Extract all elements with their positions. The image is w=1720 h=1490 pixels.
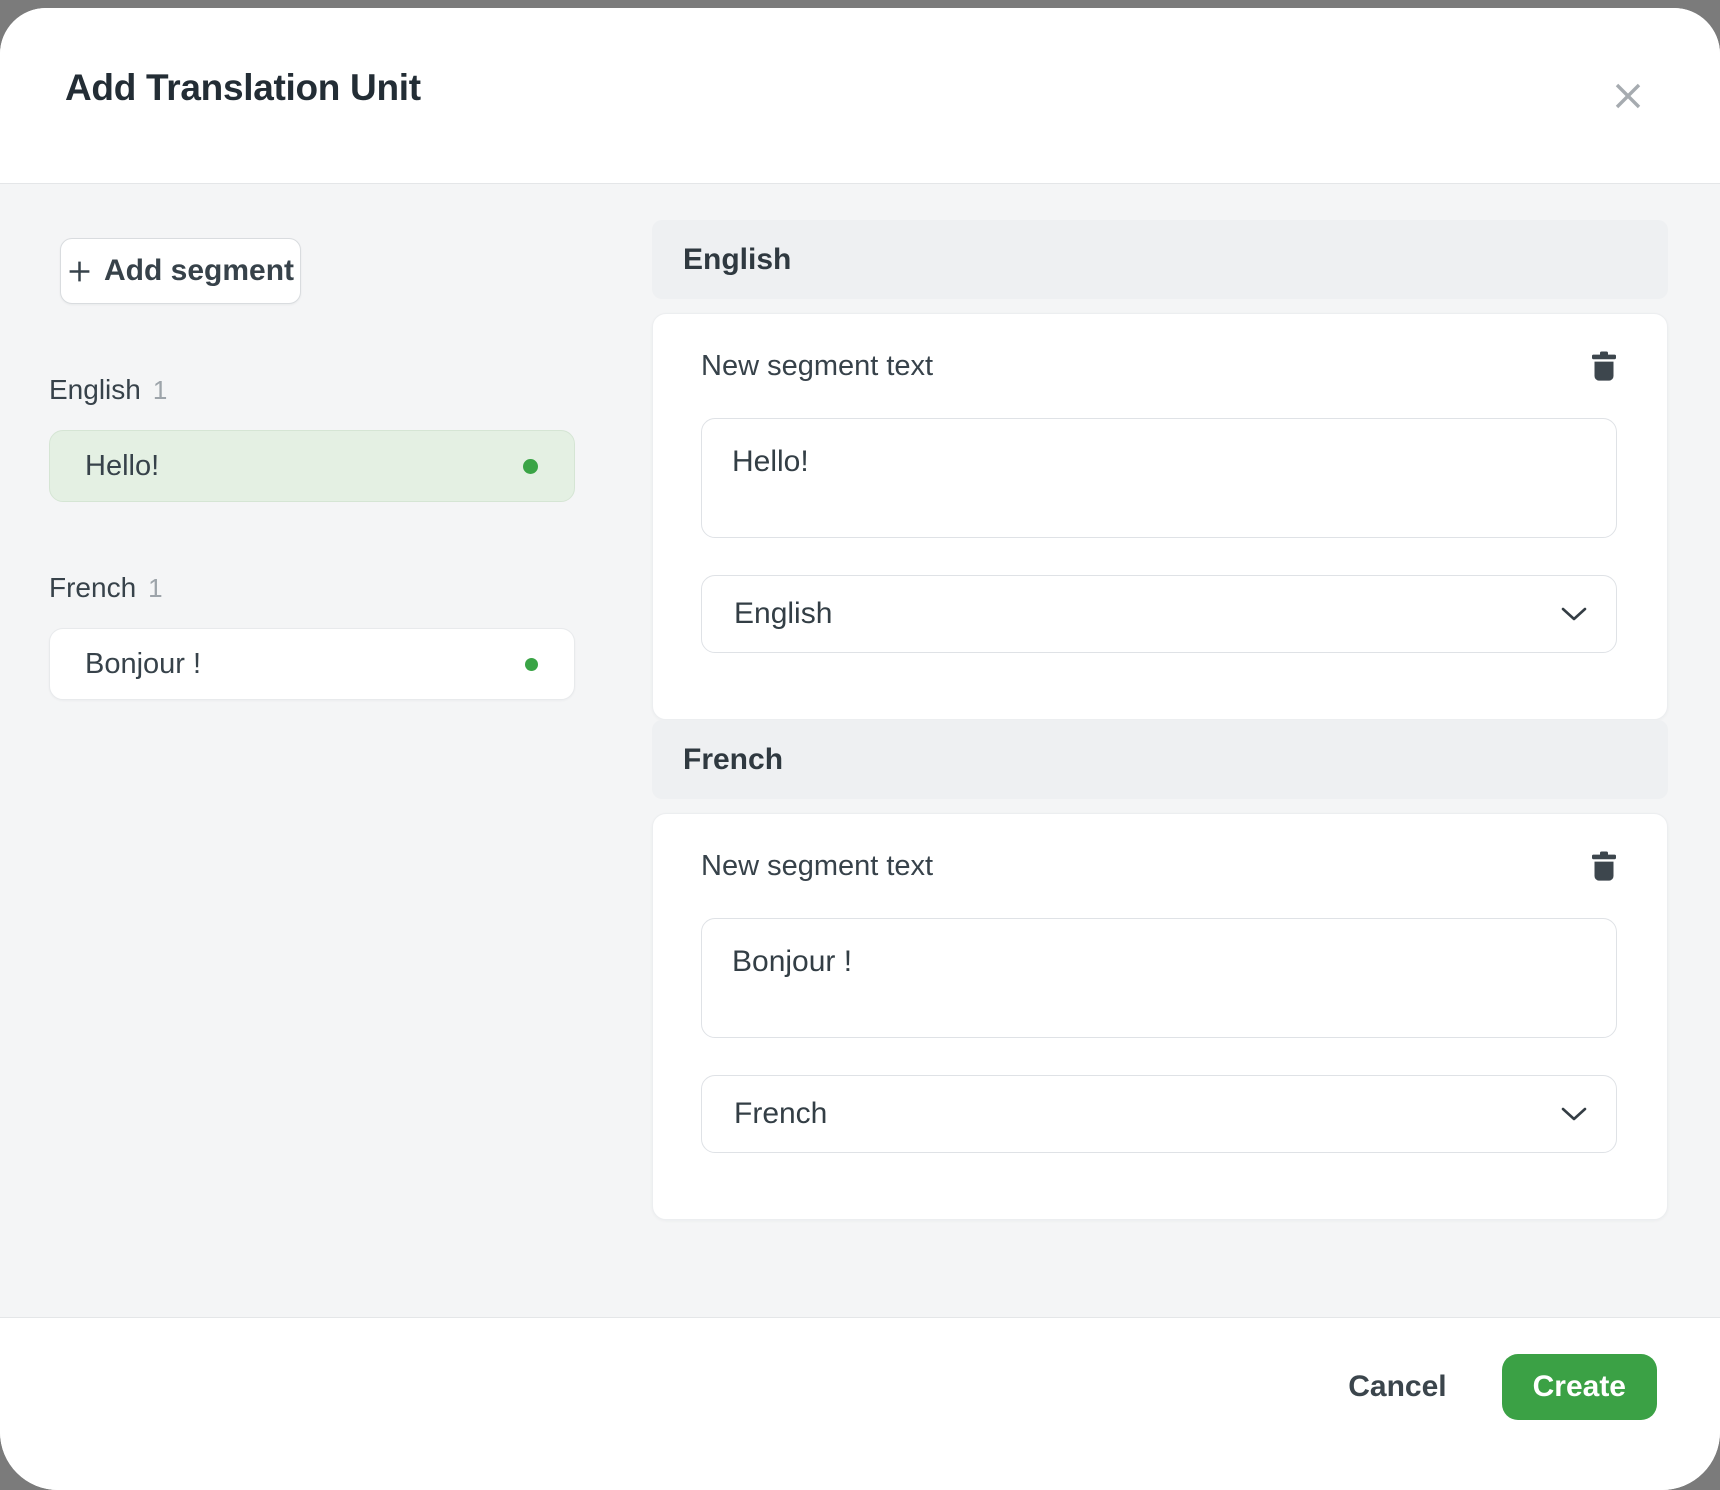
status-dot — [523, 459, 538, 474]
segment-list-item-french[interactable]: Bonjour ! — [49, 628, 575, 700]
status-dot — [525, 658, 538, 671]
add-translation-unit-dialog: Add Translation Unit Add segment — [0, 8, 1720, 1490]
segment-field-label: New segment text — [701, 848, 933, 884]
chevron-down-icon — [1560, 606, 1588, 622]
segment-field-label: New segment text — [701, 348, 933, 384]
delete-segment-button[interactable] — [1591, 351, 1617, 381]
language-group-label-english: English 1 — [49, 372, 575, 408]
plus-icon — [67, 259, 92, 284]
add-segment-button[interactable]: Add segment — [60, 238, 301, 304]
segment-card: New segment text Bonjour ! — [652, 813, 1668, 1220]
chevron-down-icon — [1560, 1106, 1588, 1122]
add-segment-label: Add segment — [104, 254, 294, 288]
segment-count-badge: 1 — [153, 375, 167, 405]
close-button[interactable] — [1606, 74, 1650, 118]
create-button[interactable]: Create — [1502, 1354, 1657, 1420]
dialog-footer: Cancel Create — [0, 1318, 1720, 1490]
dialog-header: Add Translation Unit — [0, 8, 1720, 183]
segment-text-input[interactable]: Bonjour ! — [701, 918, 1617, 1038]
delete-segment-button[interactable] — [1591, 851, 1617, 881]
language-select[interactable]: French — [701, 1075, 1617, 1153]
trash-icon — [1591, 351, 1617, 381]
language-select[interactable]: English — [701, 575, 1617, 653]
segment-list-panel: Add segment English 1 Hello! French 1 Bonj… — [49, 220, 575, 1317]
cancel-button[interactable]: Cancel — [1348, 1370, 1446, 1404]
editor-section-english: English New segment text — [652, 220, 1668, 720]
editor-section-french: French New segment text — [652, 720, 1668, 1220]
language-select-value: French — [734, 1097, 827, 1131]
segment-editor-panel: English New segment text — [652, 220, 1668, 1317]
dialog-body: Add segment English 1 Hello! French 1 Bonj… — [0, 183, 1720, 1318]
language-name: French — [49, 572, 136, 603]
trash-icon — [1591, 851, 1617, 881]
dialog-title: Add Translation Unit — [65, 66, 421, 110]
language-select-value: English — [734, 597, 832, 631]
segment-item-text: Hello! — [85, 450, 159, 483]
section-heading: French — [652, 720, 1668, 799]
segment-list-item-english[interactable]: Hello! — [49, 430, 575, 502]
segment-count-badge: 1 — [148, 573, 162, 603]
section-heading: English — [652, 220, 1668, 299]
segment-text-input[interactable]: Hello! — [701, 418, 1617, 538]
language-name: English — [49, 374, 141, 405]
close-icon — [1612, 80, 1644, 112]
segment-item-text: Bonjour ! — [85, 648, 201, 681]
language-group-label-french: French 1 — [49, 570, 575, 606]
segment-card: New segment text Hello! — [652, 313, 1668, 720]
